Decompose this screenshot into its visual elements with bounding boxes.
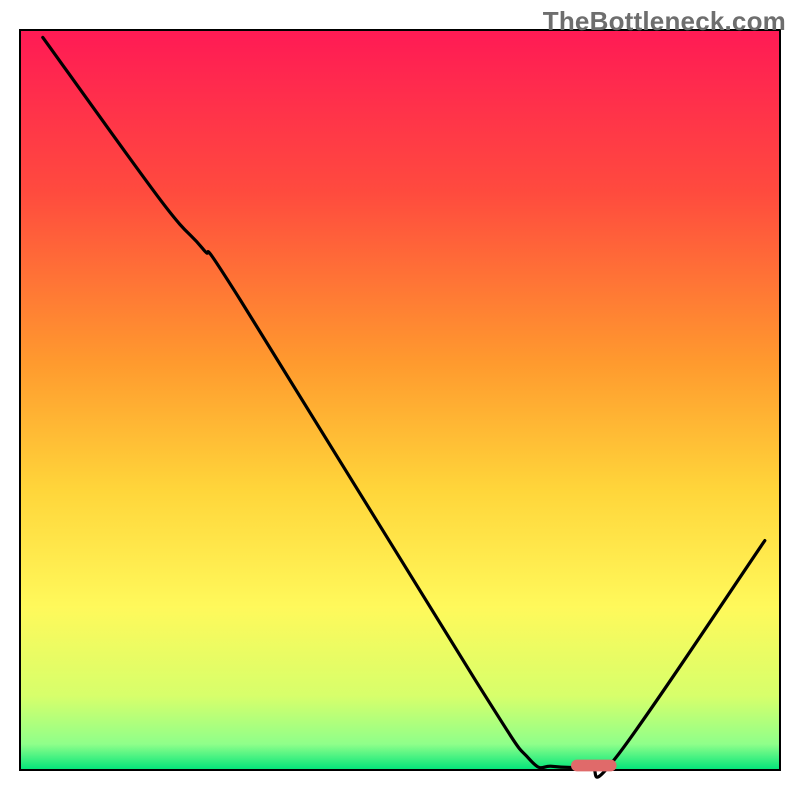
watermark-text: TheBottleneck.com — [543, 6, 786, 37]
optimal-marker — [571, 760, 617, 772]
chart-svg — [0, 0, 800, 800]
plot-background — [20, 30, 780, 770]
chart-stage: TheBottleneck.com — [0, 0, 800, 800]
